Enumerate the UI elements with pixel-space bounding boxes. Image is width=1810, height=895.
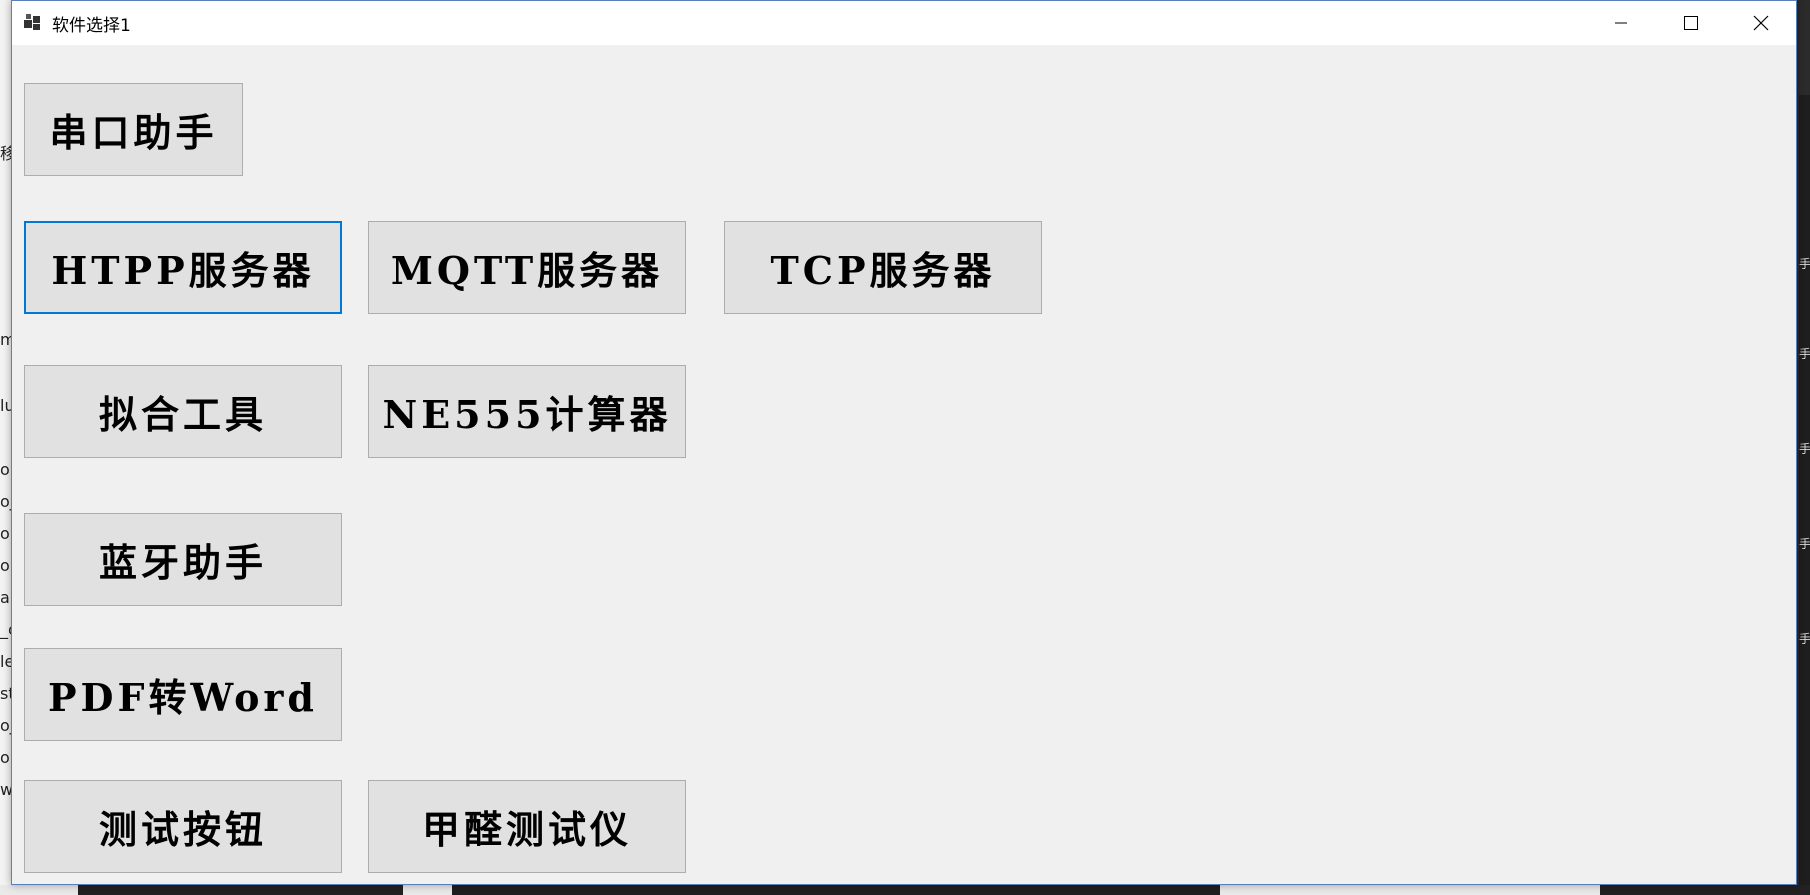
bg-text: 手 — [1799, 347, 1810, 361]
minimize-icon — [1615, 22, 1627, 24]
bg-panel — [78, 885, 403, 895]
serial-assistant-button[interactable]: 串口助手 — [24, 83, 243, 176]
button-panel: 串口助手 HTPP服务器 MQTT服务器 TCP服务器 拟合工具 NE555计算… — [12, 45, 1796, 884]
bg-text: a — [0, 588, 10, 607]
bg-panel — [1600, 885, 1810, 895]
fitting-tool-button[interactable]: 拟合工具 — [24, 365, 342, 458]
software-select-window: 软件选择1 串口助手 HTPP服务器 MQTT服务器 TCP服务器 拟合工具 N… — [11, 0, 1797, 885]
maximize-button[interactable] — [1656, 1, 1726, 45]
bg-text: 手 — [1799, 537, 1810, 551]
bg-text: 手 — [1799, 632, 1810, 646]
bg-text: 手 — [1799, 257, 1810, 271]
app-icon — [24, 14, 40, 30]
test-button[interactable]: 测试按钮 — [24, 780, 342, 873]
close-icon — [1753, 15, 1769, 31]
taskbar-fragment — [0, 885, 1810, 895]
pdf-to-word-button[interactable]: PDF转Word — [24, 648, 342, 741]
close-button[interactable] — [1726, 1, 1796, 45]
minimize-button[interactable] — [1586, 1, 1656, 45]
bg-panel — [452, 885, 1220, 895]
title-bar[interactable]: 软件选择1 — [12, 1, 1796, 45]
bg-text: o — [0, 556, 10, 575]
tcp-server-button[interactable]: TCP服务器 — [724, 221, 1042, 314]
mqtt-server-button[interactable]: MQTT服务器 — [368, 221, 686, 314]
background-window-right: 手 手 手 手 手 — [1799, 95, 1810, 895]
bg-text: 手 — [1799, 442, 1810, 456]
ne555-calculator-button[interactable]: NE555计算器 — [368, 365, 686, 458]
bluetooth-assistant-button[interactable]: 蓝牙助手 — [24, 513, 342, 606]
formaldehyde-tester-button[interactable]: 甲醛测试仪 — [368, 780, 686, 873]
maximize-icon — [1684, 16, 1698, 30]
window-title: 软件选择1 — [52, 16, 131, 36]
http-server-button[interactable]: HTPP服务器 — [24, 221, 342, 314]
